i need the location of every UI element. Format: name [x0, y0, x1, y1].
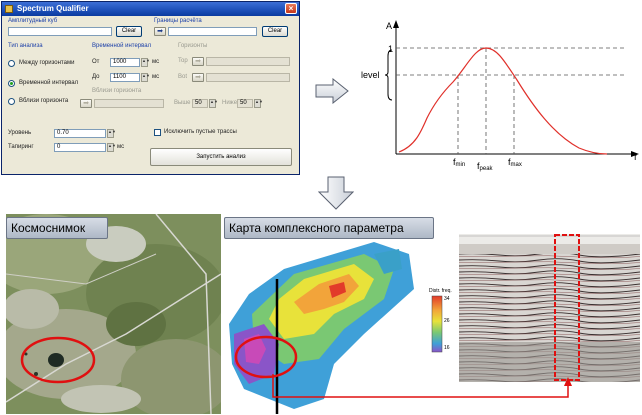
connector-arrow: [272, 374, 572, 398]
from-input[interactable]: 1000: [110, 58, 140, 67]
top-label: Top: [178, 58, 188, 64]
cube-clear-button[interactable]: Clear: [116, 26, 142, 37]
above-label: Выше: [174, 100, 191, 106]
from-spinner-icon[interactable]: ▲▼: [141, 58, 150, 67]
bounds-clear-button[interactable]: Clear: [262, 26, 288, 37]
spectrum-qualifier-window: Spectrum Qualifier × Амплитудный куб Cle…: [1, 1, 300, 175]
time-interval-label: Временной интервал: [92, 43, 152, 49]
analysis-type-label: Тип анализа: [8, 43, 43, 49]
radio-between-horizons-label: Между горизонтами: [19, 60, 75, 66]
bounds-label: Границы расчёта: [154, 18, 202, 24]
below-label: Ниже: [222, 100, 238, 106]
window-title: Spectrum Qualifier: [17, 4, 89, 13]
legend-tick-mid: 26: [444, 318, 450, 324]
spectrum-curve: [398, 47, 608, 155]
exclude-empty-checkbox[interactable]: [154, 129, 161, 136]
down-flow-arrow-icon: [318, 176, 354, 210]
below-spinner-icon[interactable]: ▲▼: [254, 99, 263, 108]
satellite-image: [6, 214, 221, 414]
radio-between-horizons[interactable]: [8, 60, 15, 67]
y-axis-label: A: [386, 21, 392, 31]
to-label: До: [92, 74, 100, 80]
window-title-bar[interactable]: Spectrum Qualifier ×: [2, 2, 299, 16]
close-icon[interactable]: ×: [285, 3, 297, 14]
taper-label: Тапиринг: [8, 144, 34, 150]
cube-label: Амплитудный куб: [8, 18, 58, 24]
bot-horizon-arrow-icon[interactable]: ➡: [192, 73, 204, 82]
bot-horizon-field[interactable]: [206, 73, 290, 82]
bounds-select-arrow-icon[interactable]: ➡: [154, 27, 166, 36]
y-axis-arrow-icon: [393, 20, 399, 28]
radio-time-interval-label: Временной интервал: [19, 80, 79, 86]
to-input[interactable]: 1100: [110, 73, 140, 82]
satellite-label: Космоснимок: [6, 217, 108, 239]
app-icon: [5, 5, 13, 13]
below-input[interactable]: 50: [237, 99, 253, 108]
near-horizon-label: Вблизи горизонта: [92, 88, 142, 94]
fpeak-label: fpeak: [477, 161, 494, 172]
from-unit: мс: [152, 59, 160, 65]
parameter-map-label: Карта комплексного параметра: [224, 217, 434, 239]
one-label: 1: [388, 44, 393, 54]
level-label: Уровень: [8, 130, 32, 136]
spectrum-graph: A f level 1 fmin fpeak fmax: [361, 20, 639, 172]
bounds-field[interactable]: [168, 27, 257, 36]
radio-near-horizon-label: Вблизи горизонта: [19, 98, 69, 104]
level-input[interactable]: 0.70: [54, 129, 106, 138]
near-horizon-field[interactable]: [94, 99, 164, 108]
taper-input[interactable]: 0: [54, 143, 106, 152]
map-legend-bar: [431, 295, 443, 353]
level-spinner-icon[interactable]: ▲▼: [107, 129, 116, 138]
taper-unit: мс: [117, 144, 125, 150]
fmax-label: fmax: [508, 157, 522, 168]
level-brace: [384, 49, 393, 101]
right-flow-arrow-icon: [315, 78, 349, 104]
run-analysis-button[interactable]: Запустить анализ: [150, 148, 292, 166]
radio-near-horizon[interactable]: [8, 98, 15, 105]
cube-field[interactable]: [8, 27, 112, 36]
above-input[interactable]: 50: [192, 99, 208, 108]
exclude-empty-label: Исключить пустые трассы: [164, 129, 237, 135]
top-horizon-field[interactable]: [206, 57, 290, 66]
from-label: От: [92, 59, 100, 65]
fmin-label: fmin: [453, 157, 465, 168]
seismic-section: [459, 234, 640, 382]
legend-tick-low: 16: [444, 345, 450, 351]
to-unit: мс: [152, 74, 160, 80]
horizons-label: Горизонты: [178, 43, 208, 49]
legend-tick-high: 34: [444, 296, 450, 302]
bot-label: Bot: [178, 74, 188, 80]
near-horizon-arrow-icon[interactable]: ➡: [80, 99, 92, 108]
to-spinner-icon[interactable]: ▲▼: [141, 73, 150, 82]
legend-title: Distr. freq.: [429, 288, 452, 294]
taper-spinner-icon[interactable]: ▲▼: [107, 143, 116, 152]
above-spinner-icon[interactable]: ▲▼: [209, 99, 218, 108]
top-horizon-arrow-icon[interactable]: ➡: [192, 57, 204, 66]
radio-time-interval[interactable]: [8, 80, 15, 87]
level-label: level: [361, 70, 380, 80]
